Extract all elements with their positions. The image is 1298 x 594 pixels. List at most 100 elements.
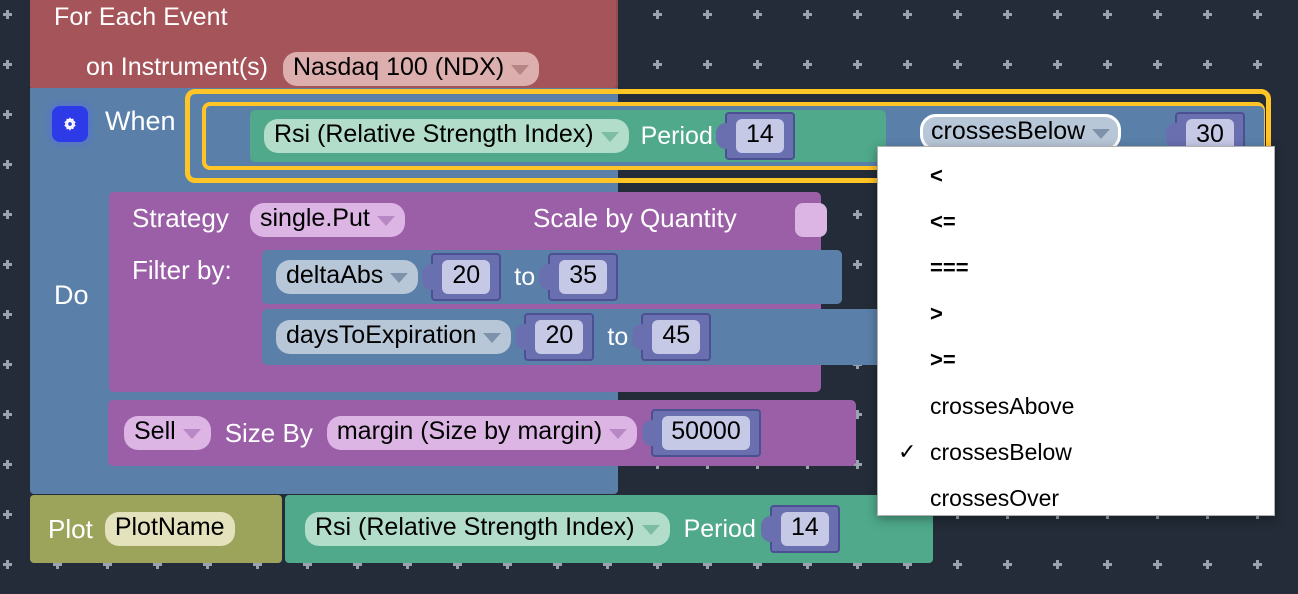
condition-period-socket[interactable]: 14	[724, 112, 795, 160]
filter-field-dropdown-2[interactable]: daysToExpiration	[276, 320, 512, 354]
dropdown-item-[interactable]: <	[878, 153, 1274, 199]
dropdown-item-label: >	[930, 301, 943, 326]
on-instruments-label: on Instrument(s)	[86, 53, 269, 81]
grid-plus-icon	[3, 160, 12, 169]
plot-name-input[interactable]: PlotName	[104, 512, 235, 546]
grid-plus-icon	[3, 310, 12, 319]
plot-block[interactable]: Plot PlotName	[30, 495, 282, 563]
do-label: Do	[54, 280, 89, 310]
operator-dropdown-menu[interactable]: < <= === > >= crossesAbove ✓ crossesBelow crosse…	[877, 146, 1275, 516]
dropdown-item-label: crossesBelow	[930, 438, 1072, 465]
order-side-dropdown[interactable]: Sell	[124, 416, 211, 450]
grid-plus-icon	[3, 210, 12, 219]
condition-period-label: Period	[640, 121, 713, 150]
grid-plus-icon	[1253, 10, 1262, 19]
chevron-down-icon	[182, 429, 201, 439]
grid-plus-icon	[1053, 560, 1062, 569]
size-by-dropdown[interactable]: margin (Size by margin)	[326, 416, 638, 450]
gear-icon[interactable]	[52, 106, 88, 142]
grid-plus-icon	[1153, 10, 1162, 19]
grid-plus-icon	[853, 60, 862, 69]
plot-indicator-dropdown[interactable]: Rsi (Relative Strength Index)	[305, 512, 670, 546]
grid-plus-icon	[1153, 60, 1162, 69]
strategy-value: single.Put	[260, 204, 370, 232]
grid-plus-icon	[803, 60, 812, 69]
grid-plus-icon	[1253, 560, 1262, 569]
dropdown-item-[interactable]: <=	[878, 199, 1274, 245]
chevron-down-icon	[600, 132, 619, 142]
chevron-down-icon	[376, 215, 395, 226]
condition-indicator-value: Rsi (Relative Strength Index)	[274, 120, 594, 149]
plot-name-value: PlotName	[114, 513, 225, 542]
chevron-down-icon	[511, 64, 530, 75]
grid-plus-icon	[1103, 60, 1112, 69]
condition-period-value[interactable]: 14	[735, 119, 784, 153]
strategy-label: Strategy	[132, 203, 229, 233]
strategy-dropdown[interactable]: single.Put	[250, 203, 405, 237]
filter-from-value-1[interactable]: 20	[442, 260, 491, 294]
grid-plus-icon	[853, 210, 862, 219]
chevron-down-icon	[1092, 128, 1111, 139]
condition-indicator-dropdown[interactable]: Rsi (Relative Strength Index)	[264, 119, 629, 153]
grid-plus-icon	[703, 10, 712, 19]
dropdown-item-label: crossesOver	[930, 484, 1060, 511]
grid-plus-icon	[903, 10, 912, 19]
grid-plus-icon	[803, 10, 812, 19]
instrument-dropdown[interactable]: Nasdaq 100 (NDX)	[282, 52, 540, 86]
chevron-down-icon	[609, 429, 628, 439]
dropdown-item-[interactable]: >=	[878, 337, 1274, 383]
size-amount-value[interactable]: 50000	[662, 416, 750, 450]
filter-by-label: Filter by:	[132, 255, 232, 285]
condition-indicator-block[interactable]: Rsi (Relative Strength Index) Period 14	[250, 110, 886, 162]
grid-plus-icon	[3, 10, 12, 19]
plot-indicator-value: Rsi (Relative Strength Index)	[315, 513, 635, 542]
filter-to-value-2[interactable]: 45	[652, 320, 701, 354]
grid-plus-icon	[953, 60, 962, 69]
plot-period-socket[interactable]: 14	[769, 505, 840, 553]
grid-plus-icon	[3, 510, 12, 519]
dropdown-item-[interactable]: ===	[878, 245, 1274, 291]
filter-to-socket-1[interactable]: 35	[548, 253, 619, 301]
grid-plus-icon	[1203, 560, 1212, 569]
plot-period-value[interactable]: 14	[780, 512, 829, 546]
dropdown-item-label: <	[930, 163, 943, 188]
grid-plus-icon	[1003, 60, 1012, 69]
filter-to-label-1: to	[514, 262, 536, 291]
filter-row-2[interactable]: daysToExpiration 20 to 45	[262, 309, 942, 365]
dropdown-item-crossesBelow[interactable]: ✓ crossesBelow	[878, 429, 1274, 475]
strategy-block[interactable]: Strategy single.Put Scale by Quantity Fi…	[109, 192, 942, 392]
filter-row-1[interactable]: deltaAbs 20 to 35	[262, 250, 842, 304]
filter-from-socket-1[interactable]: 20	[431, 253, 502, 301]
dropdown-item-[interactable]: >	[878, 291, 1274, 337]
filter-field-value-2: daysToExpiration	[286, 321, 477, 350]
filter-from-value-2[interactable]: 20	[535, 320, 584, 354]
filter-to-value-1[interactable]: 35	[559, 260, 608, 294]
order-row[interactable]: Sell Size By margin (Size by margin) 500…	[108, 400, 856, 466]
for-each-event-title: For Each Event	[54, 3, 228, 31]
plot-indicator-block[interactable]: Rsi (Relative Strength Index) Period 14	[285, 495, 933, 563]
size-amount-socket[interactable]: 50000	[651, 409, 761, 457]
scale-by-quantity-toggle[interactable]	[795, 203, 827, 237]
dropdown-item-crossesOver[interactable]: crossesOver	[878, 475, 1274, 521]
filter-to-socket-2[interactable]: 45	[641, 313, 712, 361]
grid-plus-icon	[953, 560, 962, 569]
dropdown-item-label: <=	[930, 209, 956, 234]
grid-plus-icon	[703, 60, 712, 69]
for-each-event-block[interactable]: For Each Event on Instrument(s) Nasdaq 1…	[30, 0, 618, 90]
filter-field-value-1: deltaAbs	[286, 261, 384, 290]
filter-field-dropdown-1[interactable]: deltaAbs	[276, 260, 419, 294]
grid-plus-icon	[3, 560, 12, 569]
grid-plus-icon	[3, 360, 12, 369]
plot-period-label: Period	[683, 514, 756, 543]
size-by-label: Size By	[224, 417, 313, 448]
dropdown-item-label: ===	[930, 255, 969, 280]
on-instruments-row: on Instrument(s) Nasdaq 100 (NDX)	[86, 52, 540, 86]
size-by-value: margin (Size by margin)	[336, 417, 603, 446]
dropdown-item-crossesAbove[interactable]: crossesAbove	[878, 383, 1274, 429]
filter-from-socket-2[interactable]: 20	[524, 313, 595, 361]
grid-plus-icon	[3, 410, 12, 419]
scale-by-quantity-label: Scale by Quantity	[533, 203, 737, 233]
grid-plus-icon	[3, 460, 12, 469]
grid-plus-icon	[3, 110, 12, 119]
chevron-down-icon	[390, 273, 409, 283]
